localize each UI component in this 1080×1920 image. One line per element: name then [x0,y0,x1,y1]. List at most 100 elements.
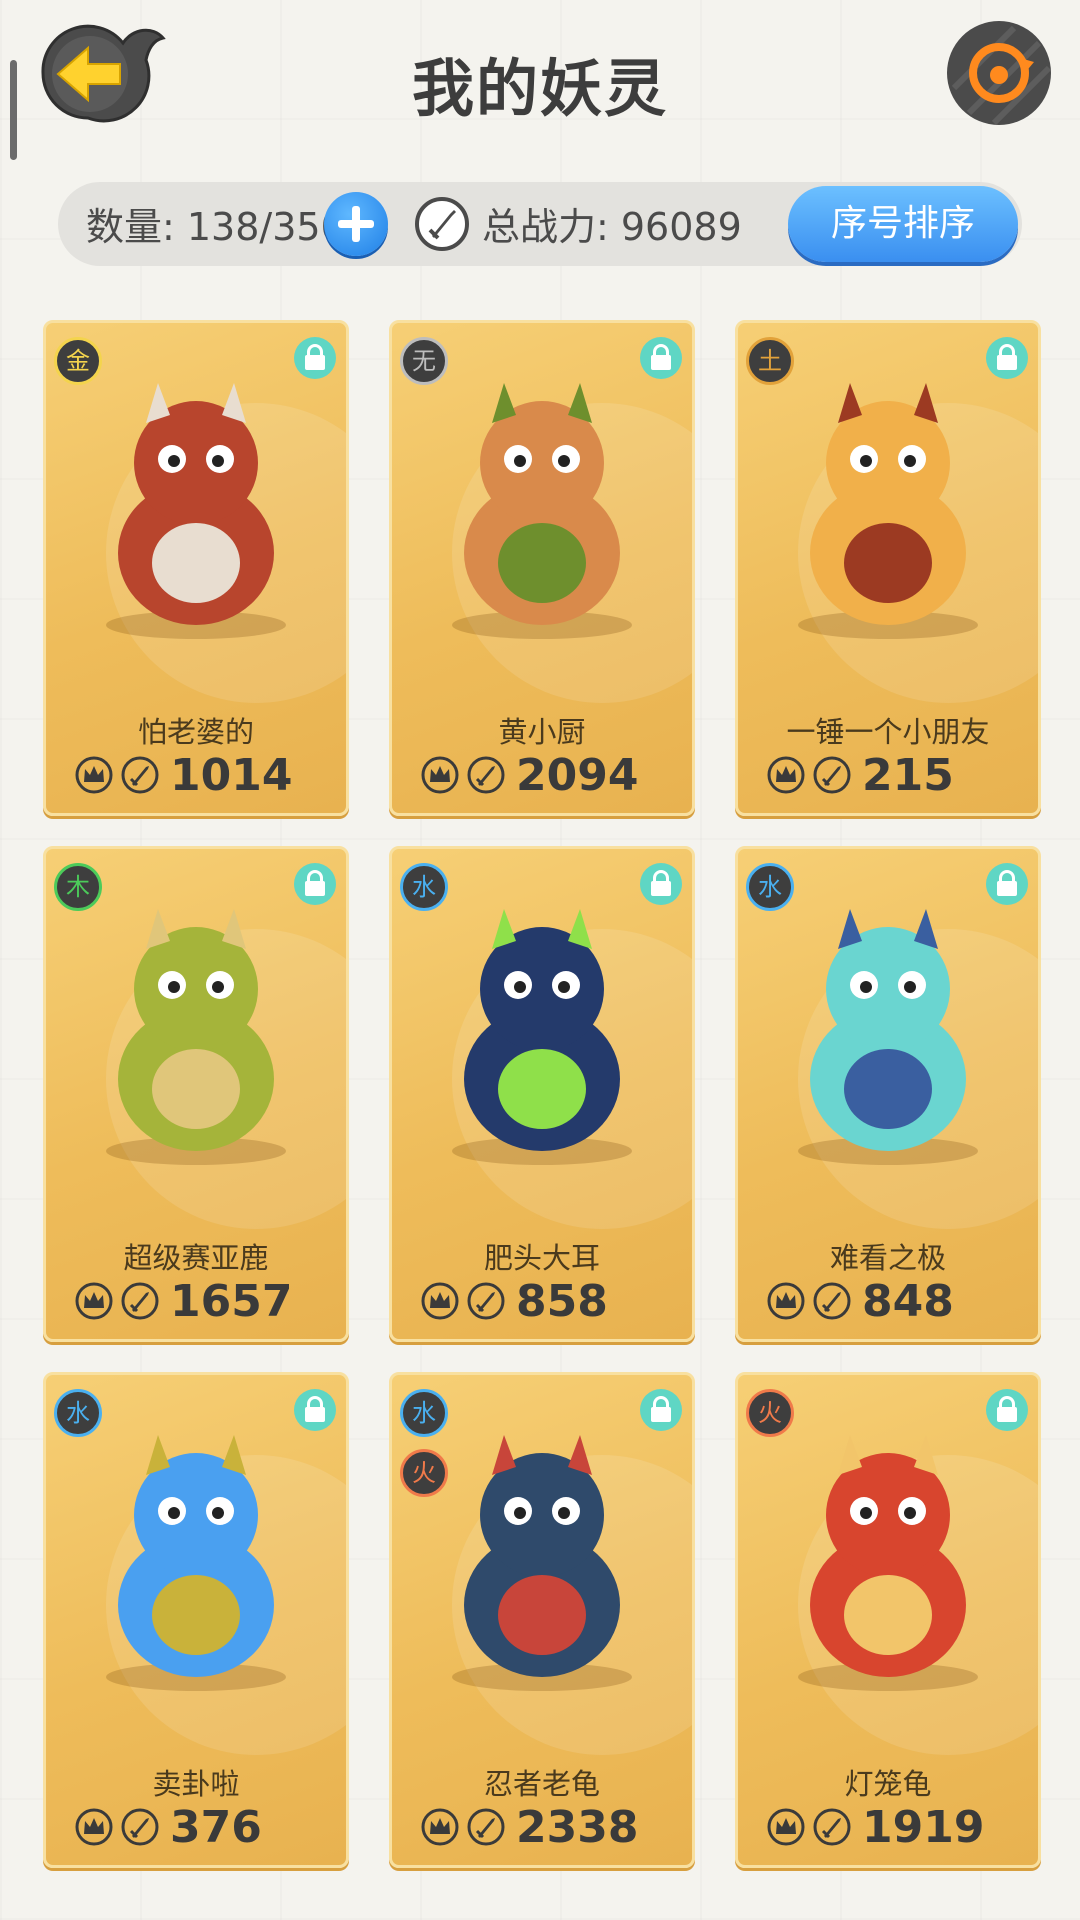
creature-belly [152,1575,240,1655]
stats-bar: 数量: 138/350 总战力: 96089 序号排序 [58,182,1022,266]
card-stats-row: 1657 [74,1275,293,1327]
creature-portrait [106,909,286,1165]
element-badge: 火 [746,1389,794,1437]
creature-card-3[interactable]: 一锤一个小朋友 215 土 [735,320,1041,816]
element-badge: 火 [400,1449,448,1497]
creature-card-2[interactable]: 黄小厨 2094 无 [389,320,695,816]
creature-portrait [106,1435,286,1691]
creature-name: 灯笼龟 [844,1767,932,1801]
card-stats-row: 848 [766,1275,954,1327]
lock-icon[interactable] [294,1389,336,1431]
creature-power: 858 [516,1275,608,1327]
card-stats-row: 1919 [766,1802,984,1853]
pupil-right [558,455,570,467]
sword-icon [467,1282,505,1320]
creature-belly [844,523,932,603]
creature-power: 2338 [516,1801,639,1853]
pupil-left [514,981,526,993]
element-badge: 水 [400,1389,448,1437]
creature-belly [498,1049,586,1129]
creature-power: 215 [862,749,954,801]
creature-power: 2094 [516,749,639,801]
lock-icon[interactable] [294,337,336,379]
crown-icon [75,1808,113,1846]
creature-face-icon [990,66,1008,84]
lock-icon[interactable] [640,337,682,379]
pupil-right [904,981,916,993]
lock-icon[interactable] [986,1389,1028,1431]
creature-power: 1657 [170,1275,293,1327]
lock-icon[interactable] [986,337,1028,379]
creature-name: 难看之极 [829,1241,946,1275]
creature-belly [844,1049,932,1129]
pupil-right [904,1507,916,1519]
pupil-left [168,455,180,467]
creature-name: 超级赛亚鹿 [123,1241,269,1275]
sword-icon [467,756,505,794]
pupil-left [860,455,872,467]
card-stats-row: 858 [420,1275,608,1327]
pupil-left [860,981,872,993]
sword-icon [121,1808,159,1846]
add-capacity-button[interactable] [324,192,388,256]
creature-power: 848 [862,1275,954,1327]
crown-icon [421,1282,459,1320]
sort-button[interactable]: 序号排序 [788,186,1018,262]
pupil-left [168,1507,180,1519]
creature-belly [498,523,586,603]
creature-power: 376 [170,1801,262,1853]
creature-portrait [798,1435,978,1691]
creature-card-1[interactable]: 怕老婆的 1014 金 [43,320,349,816]
sword-icon [813,1808,851,1846]
sword-icon [813,756,851,794]
lock-icon[interactable] [294,863,336,905]
lock-icon[interactable] [640,863,682,905]
collection-count: 数量: 138/350 [86,205,345,249]
card-stats-row: 215 [766,749,954,801]
creature-card-9[interactable]: 灯笼龟 1919 火 [735,1372,1041,1868]
creature-portrait [106,383,286,639]
crown-icon [767,756,805,794]
creature-portrait [798,909,978,1165]
card-stats-row: 1014 [74,749,293,801]
lock-icon[interactable] [986,863,1028,905]
creature-name: 卖卦啦 [152,1767,240,1801]
pupil-left [514,1507,526,1519]
crown-icon [75,756,113,794]
creature-card-4[interactable]: 超级赛亚鹿 1657 木 [43,846,349,1342]
creature-card-8[interactable]: 忍者老龟 2338 水火 [389,1372,695,1868]
sword-icon [121,756,159,794]
creature-card-6[interactable]: 难看之极 848 水 [735,846,1041,1342]
creature-card-7[interactable]: 卖卦啦 376 水 [43,1372,349,1868]
element-badge: 金 [54,337,102,385]
pupil-left [168,981,180,993]
crown-icon [75,1282,113,1320]
sword-icon [467,1808,505,1846]
refresh-button[interactable] [944,18,1054,128]
page-title: 我的妖灵 [411,52,668,125]
creature-portrait [798,383,978,639]
sword-icon [121,1282,159,1320]
pupil-right [212,981,224,993]
pupil-right [558,1507,570,1519]
creature-portrait [452,1435,632,1691]
pupil-right [212,455,224,467]
pupil-left [860,1507,872,1519]
lock-icon[interactable] [640,1389,682,1431]
creature-belly [498,1575,586,1655]
pupil-right [904,455,916,467]
element-badge: 木 [54,863,102,911]
crown-icon [421,756,459,794]
element-badge: 土 [746,337,794,385]
pupil-right [558,981,570,993]
creature-belly [844,1575,932,1655]
creature-name: 一锤一个小朋友 [786,715,990,749]
creature-power: 1014 [170,749,293,801]
creature-card-5[interactable]: 肥头大耳 858 水 [389,846,695,1342]
element-badge: 水 [400,863,448,911]
crown-icon [767,1808,805,1846]
creature-belly [152,523,240,603]
sword-icon [813,1282,851,1320]
creature-name: 黄小厨 [498,715,586,749]
element-badge: 水 [746,863,794,911]
